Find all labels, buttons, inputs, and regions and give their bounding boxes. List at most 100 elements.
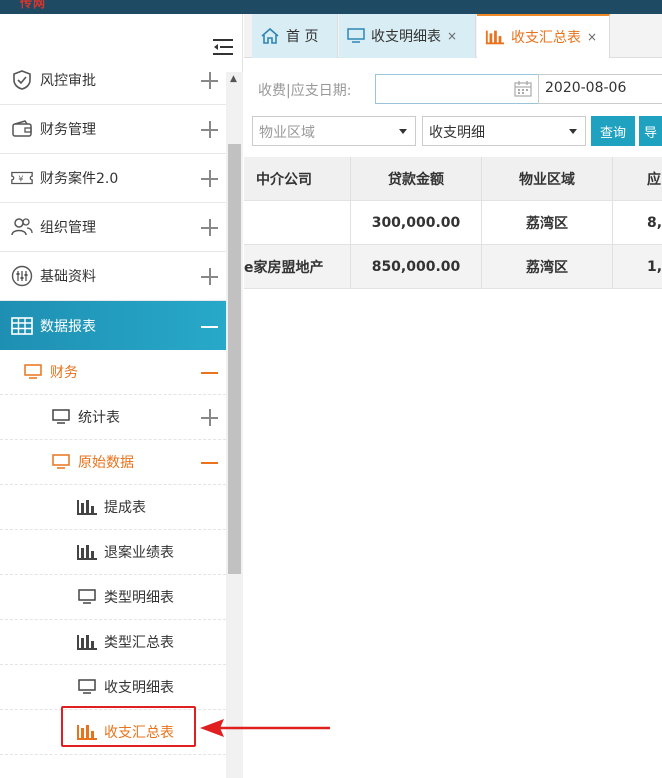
expand-icon[interactable]: [201, 219, 218, 236]
sidebar-item-data-reports[interactable]: 数据报表: [0, 301, 226, 350]
ticket-icon: ¥: [10, 166, 34, 190]
bar-chart-icon: [76, 497, 98, 517]
table-row[interactable]: e家房盟地产 850,000.00 荔湾区 1,0: [244, 245, 662, 289]
table-cell: [244, 201, 351, 244]
sidebar-subitem-stats[interactable]: 统计表: [0, 395, 226, 440]
area-select[interactable]: 物业区域: [252, 116, 416, 146]
export-button[interactable]: 导: [639, 116, 662, 146]
area-select-placeholder: 物业区域: [259, 125, 315, 141]
expand-icon[interactable]: [201, 72, 218, 89]
table-cell: 300,000.00: [351, 201, 482, 244]
monitor-icon: [76, 677, 98, 697]
expand-icon[interactable]: [201, 121, 218, 138]
tab-label: 首 页: [286, 29, 319, 45]
type-select[interactable]: 收支明细: [422, 116, 586, 146]
column-header[interactable]: 贷款金额: [351, 157, 482, 200]
sidebar-item-label: 财务案件2.0: [40, 171, 119, 187]
wallet-icon: [10, 117, 34, 141]
collapse-icon[interactable]: [201, 454, 218, 471]
home-icon: [260, 27, 280, 45]
date-to-field[interactable]: 2020-08-06: [538, 74, 662, 104]
scroll-up-icon[interactable]: ▲: [230, 74, 237, 84]
table-cell: 1,0: [647, 258, 662, 275]
annotation-highlight-box: [61, 706, 196, 747]
table-cell: 荔湾区: [482, 245, 613, 288]
type-select-value: 收支明细: [429, 125, 485, 141]
calendar-icon[interactable]: [514, 81, 532, 101]
sidebar-leaf-refund-performance[interactable]: 退案业绩表: [0, 530, 226, 575]
expand-icon[interactable]: [201, 268, 218, 285]
sidebar-item-label: 风控审批: [40, 73, 96, 89]
sidebar-item-label: 组织管理: [40, 220, 96, 236]
column-header[interactable]: 应: [613, 157, 662, 200]
tab-income-expense-summary[interactable]: 收支汇总表 ×: [477, 14, 610, 58]
sidebar-item-finance-cases[interactable]: ¥ 财务案件2.0: [0, 154, 226, 203]
table-cell: 8,0: [647, 214, 662, 231]
column-header[interactable]: 物业区域: [482, 157, 613, 200]
sidebar-leaf-label: 退案业绩表: [104, 545, 174, 561]
monitor-icon: [50, 407, 72, 427]
bar-chart-icon: [485, 28, 505, 46]
sidebar-subitem-finance[interactable]: 财务: [0, 350, 226, 395]
collapse-icon[interactable]: [201, 318, 218, 335]
table-grid-icon: [10, 314, 34, 338]
date-range-label: 收费|应支日期:: [258, 83, 352, 99]
close-icon[interactable]: ×: [587, 30, 597, 44]
table-row[interactable]: 300,000.00 荔湾区 8,0: [244, 201, 662, 245]
tab-label: 收支汇总表: [511, 30, 581, 46]
sidebar-item-basic-data[interactable]: 基础资料: [0, 252, 226, 301]
shield-check-icon: [10, 68, 34, 92]
sidebar-scrollbar[interactable]: ▲: [226, 72, 243, 778]
monitor-icon: [347, 28, 365, 44]
summary-table: 中介公司 贷款金额 物业区域 应 300,000.00 荔湾区 8,0 e家房盟…: [244, 157, 662, 289]
bar-chart-icon: [76, 632, 98, 652]
sidebar-subitem-raw-data[interactable]: 原始数据: [0, 440, 226, 485]
filter-panel: 收费|应支日期: 2020-08-06 物业区域 收支明细 查询 导: [244, 58, 662, 156]
sidebar-item-org-management[interactable]: 组织管理: [0, 203, 226, 252]
table-cell: e家房盟地产: [244, 245, 351, 288]
bar-chart-icon: [76, 542, 98, 562]
sidebar-leaf-type-detail[interactable]: 类型明细表: [0, 575, 226, 620]
sidebar-leaf-label: 收支明细表: [104, 680, 174, 696]
column-header[interactable]: 中介公司: [244, 157, 351, 200]
monitor-icon: [50, 452, 72, 472]
expand-icon[interactable]: [201, 170, 218, 187]
sidebar-item-finance-management[interactable]: 财务管理: [0, 105, 226, 154]
sidebar-item-risk-approval[interactable]: 风控审批: [0, 56, 226, 105]
users-icon: [10, 215, 34, 239]
sidebar-leaf-type-summary[interactable]: 类型汇总表: [0, 620, 226, 665]
sidebar-collapse-icon[interactable]: [213, 38, 235, 56]
scrollbar-thumb[interactable]: [228, 144, 241, 574]
tab-label: 收支明细表: [371, 29, 441, 45]
table-cell: 850,000.00: [351, 245, 482, 288]
query-button[interactable]: 查询: [591, 116, 635, 146]
monitor-icon: [76, 587, 98, 607]
annotation-arrow: [198, 716, 332, 744]
svg-text:¥: ¥: [18, 174, 23, 184]
chevron-down-icon: [569, 129, 577, 134]
expand-icon[interactable]: [201, 409, 218, 426]
sidebar-item-label: 基础资料: [40, 269, 96, 285]
app-header-strip: 传网: [0, 0, 662, 14]
date-from-field[interactable]: [375, 74, 539, 104]
sliders-icon: [10, 264, 34, 288]
sidebar-subitem-label: 统计表: [78, 410, 120, 426]
sidebar-leaf-label: 类型汇总表: [104, 635, 174, 651]
table-header-row: 中介公司 贷款金额 物业区域 应: [244, 157, 662, 201]
sidebar: 风控审批 财务管理 ¥ 财务案件2.0 组织管理 基础资料 数据报表 财务 统计…: [0, 14, 243, 778]
tab-income-expense-detail[interactable]: 收支明细表 ×: [339, 14, 476, 58]
sidebar-leaf-income-expense-detail[interactable]: 收支明细表: [0, 665, 226, 710]
tab-bar: 首 页 收支明细表 × 收支汇总表 ×: [244, 14, 662, 58]
collapse-icon[interactable]: [201, 364, 218, 381]
tab-home[interactable]: 首 页: [252, 14, 338, 58]
close-icon[interactable]: ×: [447, 29, 457, 43]
chevron-down-icon: [399, 129, 407, 134]
sidebar-leaf-label: 提成表: [104, 500, 146, 516]
monitor-icon: [22, 362, 44, 382]
sidebar-subitem-label: 财务: [50, 365, 78, 381]
sidebar-nav: 风控审批 财务管理 ¥ 财务案件2.0 组织管理 基础资料 数据报表 财务 统计…: [0, 56, 226, 755]
sidebar-leaf-commission[interactable]: 提成表: [0, 485, 226, 530]
sidebar-subitem-label: 原始数据: [78, 455, 134, 471]
table-cell: 荔湾区: [482, 201, 613, 244]
logo-fragment: 传网: [20, 0, 47, 10]
